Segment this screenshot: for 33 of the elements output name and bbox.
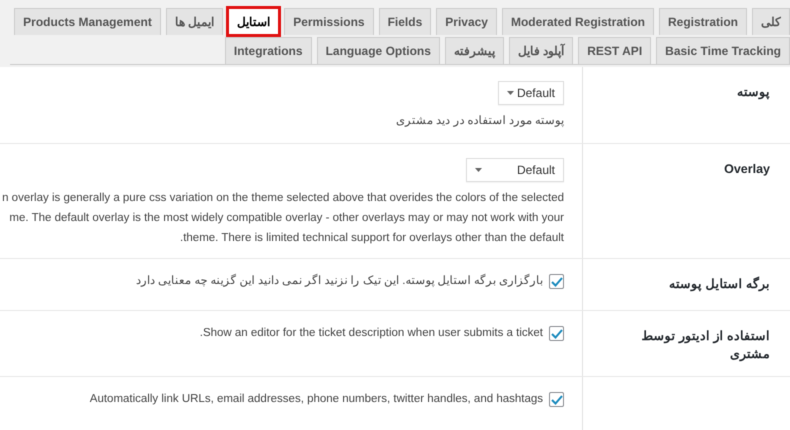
- checkbox[interactable]: [549, 274, 564, 290]
- setting-label: پوسته: [737, 85, 770, 99]
- caret-icon: [507, 91, 514, 95]
- tab[interactable]: آپلود فایل: [508, 37, 574, 64]
- setting-label: استفاده از ادیتور توسط مشتری: [642, 329, 770, 361]
- checkbox-label: Show an editor for the ticket description when user submits a ticket.: [200, 326, 543, 341]
- description-text: n overlay is generally a pure css variation on the theme selected above that overides the colors of the selected: [1, 191, 564, 206]
- tab[interactable]: Basic Time Tracking: [656, 37, 790, 64]
- description-text: پوسته مورد استفاده در دید مشتری: [395, 114, 564, 129]
- tab[interactable]: Products Management: [14, 8, 161, 35]
- tab[interactable]: Moderated Registration: [502, 8, 654, 35]
- setting-label: Overlay: [724, 162, 770, 176]
- checkbox[interactable]: [549, 392, 564, 408]
- checkbox[interactable]: [549, 326, 564, 342]
- tab[interactable]: Language Options: [316, 37, 440, 64]
- tab[interactable]: Integrations: [224, 37, 312, 64]
- description-text: theme. There is limited technical support for overlays other than the default.: [179, 231, 564, 246]
- checkbox-label: بارگزاری برگه استایل پوسته. این تیک را نزنید اگر نمی دانید این گزینه چه معنایی دارد: [136, 273, 543, 289]
- tab[interactable]: پیشرفته: [444, 37, 504, 64]
- description-text: me. The default overlay is the most widely compatible overlay - other overlays may or may not work with your: [8, 211, 564, 226]
- tab[interactable]: Registration: [658, 8, 747, 35]
- tab[interactable]: Privacy: [436, 8, 497, 35]
- tab[interactable]: Fields: [378, 8, 432, 35]
- tab[interactable]: کلی: [752, 8, 790, 35]
- select-field[interactable]: Default: [466, 158, 564, 182]
- select-field[interactable]: Default: [498, 81, 564, 105]
- tab[interactable]: استایل: [228, 8, 280, 35]
- tab[interactable]: Permissions: [284, 8, 374, 35]
- tab[interactable]: REST API: [578, 37, 652, 64]
- setting-label: برگه استایل پوسته: [669, 277, 770, 291]
- caret-icon: [475, 168, 482, 172]
- checkbox-label: Automatically link URLs, email addresses, phone numbers, twitter handles, and hashtags: [90, 392, 543, 407]
- tab[interactable]: ایمیل ها: [166, 8, 224, 35]
